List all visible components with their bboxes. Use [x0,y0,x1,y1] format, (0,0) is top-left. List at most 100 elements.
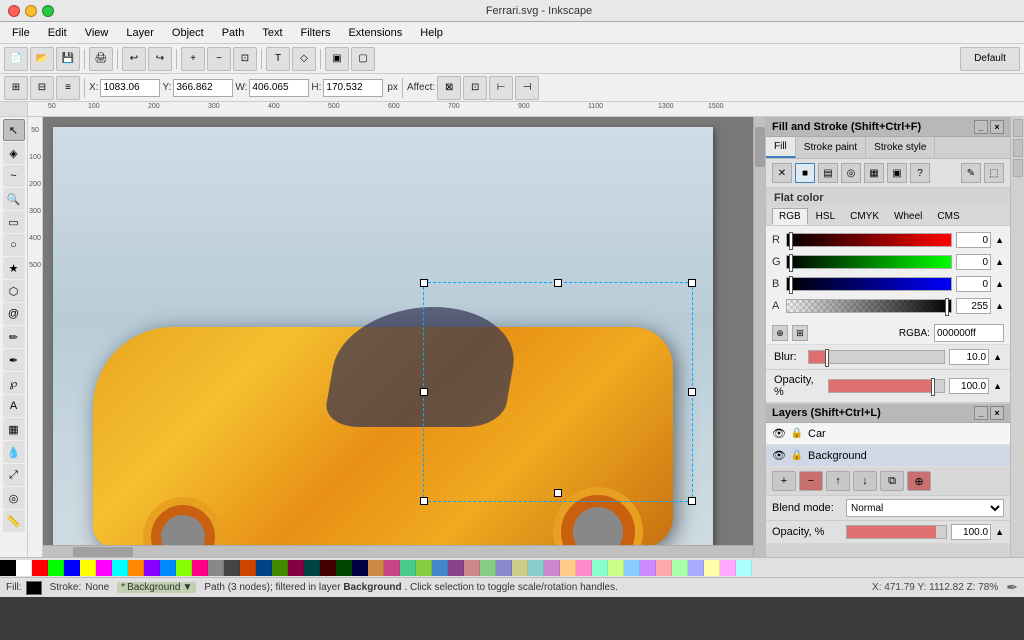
h-input[interactable] [323,79,383,97]
tab-stroke-paint[interactable]: Stroke paint [796,137,866,158]
callig-tool[interactable]: ℘ [3,372,25,394]
rect-tool[interactable]: ▭ [3,211,25,233]
menu-view[interactable]: View [77,25,117,41]
palette-color-ff88cc[interactable] [576,560,592,576]
canvas[interactable] [43,117,765,557]
palette-color-44cc88[interactable] [400,560,416,576]
palette-color-88ffcc[interactable] [592,560,608,576]
star-tool[interactable]: ★ [3,257,25,279]
layers-opacity-arrow[interactable]: ▲ [995,527,1004,537]
g-input[interactable] [956,254,991,270]
palette-color-440000[interactable] [320,560,336,576]
y-input[interactable] [173,79,233,97]
affect-btn2[interactable]: ⊡ [463,76,487,100]
palette-color-88cc88[interactable] [480,560,496,576]
palette-color-004444[interactable] [304,560,320,576]
palette-color-cc8844[interactable] [368,560,384,576]
b-input[interactable] [956,276,991,292]
layer-duplicate-btn[interactable]: ⧉ [880,471,904,491]
layer-down-btn[interactable]: ↓ [853,471,877,491]
tweak-tool[interactable]: ~ [3,165,25,187]
spray-tool[interactable]: ◎ [3,487,25,509]
align-btn[interactable]: ≡ [56,76,80,100]
text-tool[interactable]: A [3,395,25,417]
scrollbar-thumb-v[interactable] [755,127,765,167]
edge-btn-3[interactable] [1013,159,1023,177]
panel-close-btn[interactable]: × [990,120,1004,134]
group-btn[interactable]: ▣ [325,47,349,71]
connector-tool[interactable]: ⤢ [3,464,25,486]
palette-color-cc8888[interactable] [464,560,480,576]
fill-swatch-btn[interactable]: ▣ [887,163,907,183]
menu-object[interactable]: Object [164,25,212,41]
close-button[interactable] [8,5,20,17]
tab-fill[interactable]: Fill [766,137,796,158]
fill-linear-btn[interactable]: ▤ [818,163,838,183]
new-btn[interactable]: 📄 [4,47,28,71]
palette-color-004488[interactable] [256,560,272,576]
palette-color-ff0000[interactable] [32,560,48,576]
palette-color-cccc88[interactable] [512,560,528,576]
menu-extensions[interactable]: Extensions [340,25,410,41]
tab-cms[interactable]: CMS [930,208,966,225]
transform-btn[interactable]: ⊟ [30,76,54,100]
ungroup-btn[interactable]: ▢ [351,47,375,71]
fill-radial-btn[interactable]: ◎ [841,163,861,183]
palette-color-ffffaa[interactable] [704,560,720,576]
layers-close-btn[interactable]: × [990,406,1004,420]
zoom-fit-btn[interactable]: ⊡ [233,47,257,71]
fill-unknown-btn[interactable]: ? [910,163,930,183]
zoom-in-btn[interactable]: + [181,47,205,71]
layer-bg-eye-icon[interactable]: 👁 [772,449,786,463]
ellipse-tool[interactable]: ○ [3,234,25,256]
palette-color-448800[interactable] [272,560,288,576]
spiral-tool[interactable]: @ [3,303,25,325]
color-pick-btn[interactable]: ⊞ [792,325,808,341]
w-input[interactable] [249,79,309,97]
palette-color-4488cc[interactable] [432,560,448,576]
menu-file[interactable]: File [4,25,38,41]
r-input[interactable] [956,232,991,248]
blur-input[interactable] [949,349,989,365]
affect-btn3[interactable]: ⊢ [489,76,513,100]
palette-color-00ffff[interactable] [112,560,128,576]
menu-help[interactable]: Help [412,25,451,41]
palette-color-004400[interactable] [336,560,352,576]
fill-pattern-btn[interactable]: ▦ [864,163,884,183]
redo-btn[interactable]: ↪ [148,47,172,71]
undo-btn[interactable]: ↩ [122,47,146,71]
palette-color-ff00ff[interactable] [96,560,112,576]
menu-path[interactable]: Path [214,25,253,41]
palette-color-88ccff[interactable] [624,560,640,576]
palette-color-ffaaff[interactable] [720,560,736,576]
opacity-slider[interactable] [828,379,945,393]
pen-tool[interactable]: ✒ [3,349,25,371]
menu-layer[interactable]: Layer [118,25,162,41]
g-slider[interactable] [786,255,952,269]
tab-hsl[interactable]: HSL [809,208,842,225]
measure-tool[interactable]: 📏 [3,510,25,532]
default-btn[interactable]: Default [960,47,1020,71]
layer-car[interactable]: 👁 🔒 Car [766,423,1010,445]
palette-color-8888cc[interactable] [496,560,512,576]
scrollbar-horizontal[interactable] [43,545,753,557]
affect-btn4[interactable]: ⊣ [515,76,539,100]
fill-flat-btn[interactable]: ■ [795,163,815,183]
a-slider[interactable] [786,299,952,313]
b-slider[interactable] [786,277,952,291]
3d-box-tool[interactable]: ⬡ [3,280,25,302]
layer-background[interactable]: 👁 🔒 Background [766,445,1010,467]
opacity-input[interactable] [949,378,989,394]
palette-color-cc4488[interactable] [384,560,400,576]
layer-car-lock-icon[interactable]: 🔒 [790,427,804,441]
tab-stroke-style[interactable]: Stroke style [866,137,935,158]
palette-color-ffffff[interactable] [16,560,32,576]
pencil-tool[interactable]: ✏ [3,326,25,348]
tab-rgb[interactable]: RGB [772,208,808,225]
palette-color-cc88cc[interactable] [544,560,560,576]
palette-color-ffaaaa[interactable] [656,560,672,576]
palette-color-880044[interactable] [288,560,304,576]
palette-color-aaaaff[interactable] [688,560,704,576]
layer-up-btn[interactable]: ↑ [826,471,850,491]
blur-up-arrow[interactable]: ▲ [993,352,1002,362]
